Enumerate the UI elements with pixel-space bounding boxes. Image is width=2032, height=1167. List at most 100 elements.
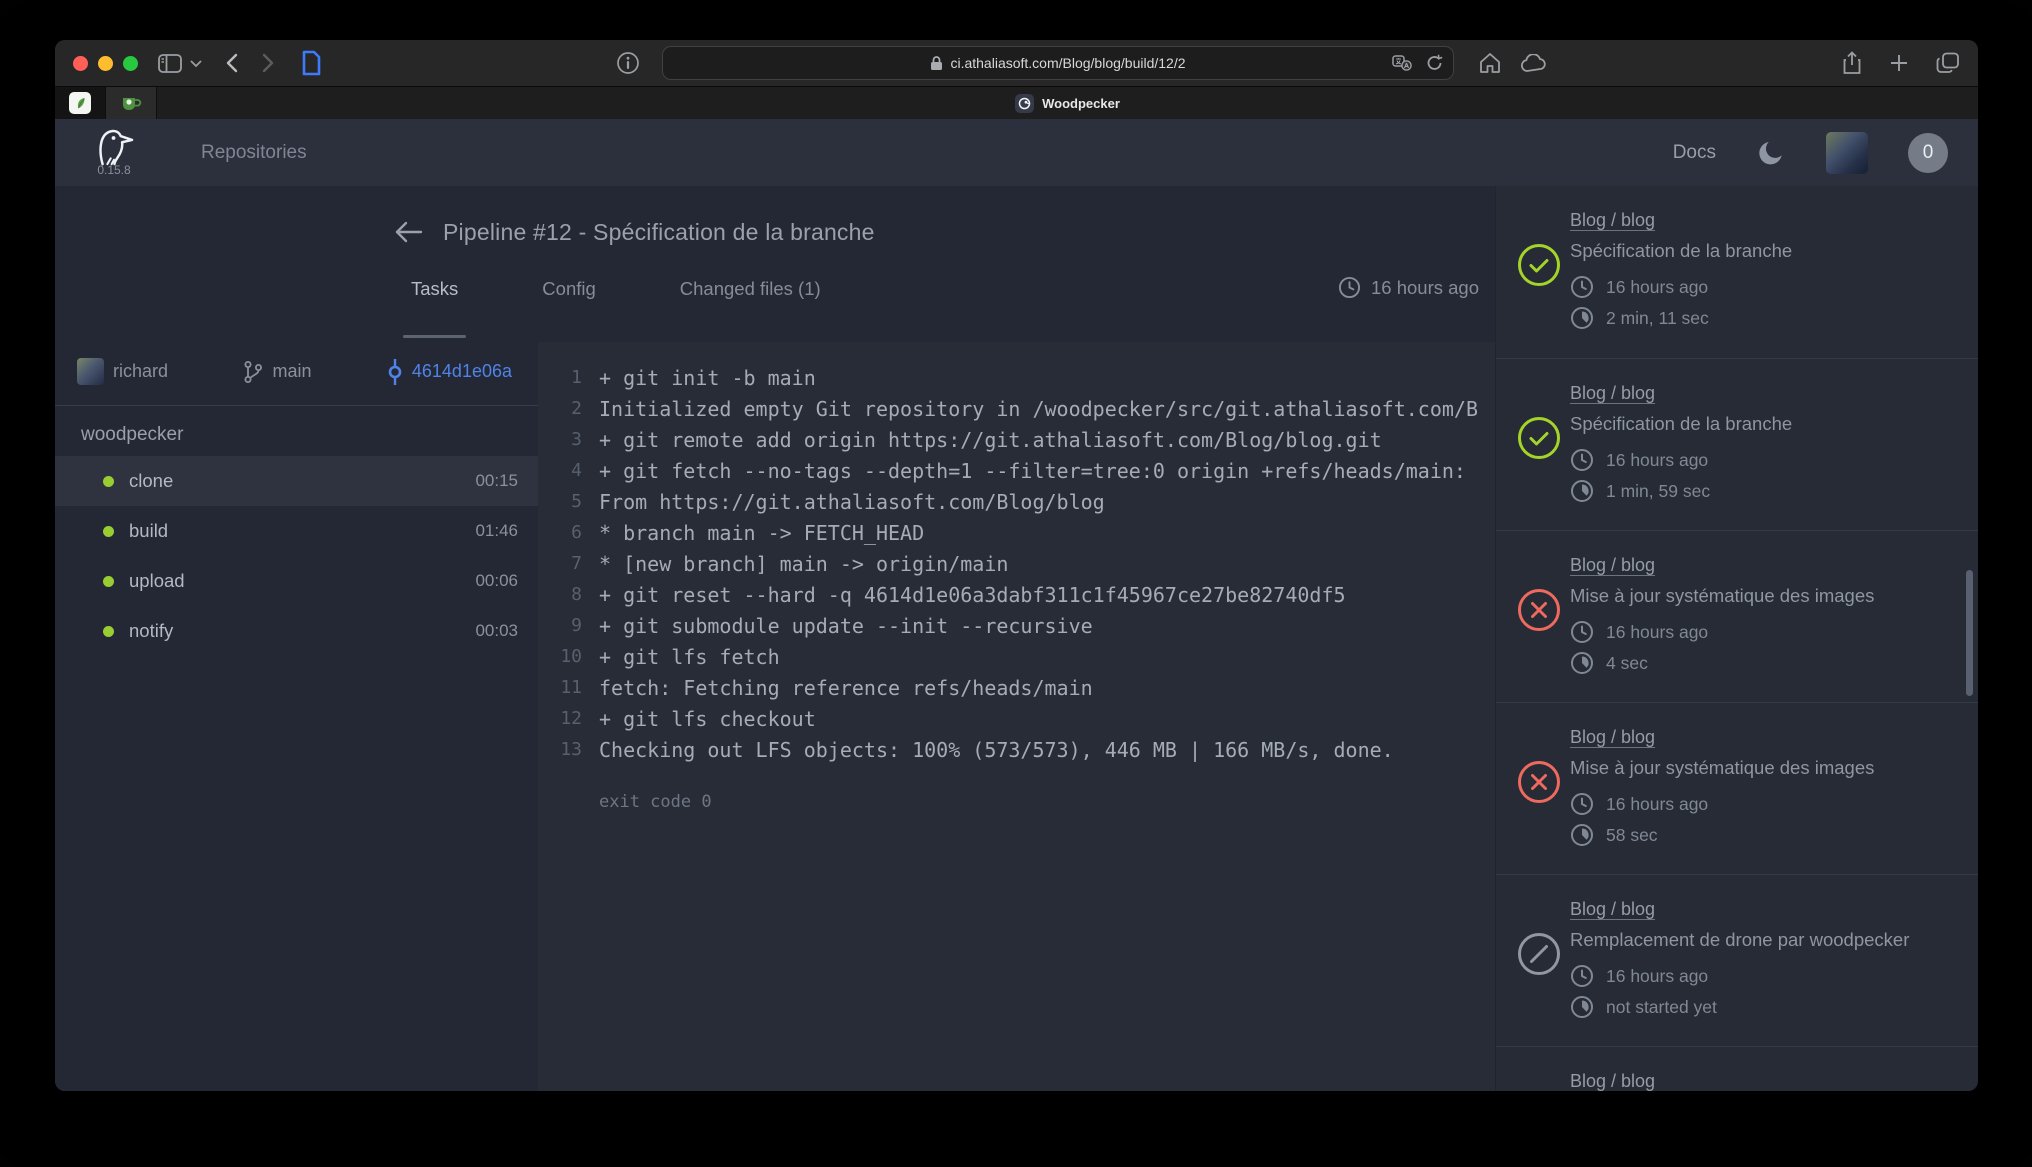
feed-repo-link[interactable]: Blog / blog	[1570, 383, 1655, 404]
log-line: 9+ git submodule update --init --recursi…	[538, 610, 1495, 641]
feed-duration: 4 sec	[1606, 653, 1648, 674]
step-upload[interactable]: upload 00:06	[55, 556, 538, 606]
feed-when: 16 hours ago	[1606, 966, 1708, 987]
feed-entry[interactable]: Blog / blog Remplacement de drone par wo…	[1496, 1046, 1978, 1091]
feed-entry[interactable]: Blog / blog Spécification de la branche …	[1496, 358, 1978, 530]
zoom-window-button[interactable]	[123, 56, 138, 71]
app-version: 0.15.8	[97, 163, 130, 177]
pipeline-main: Pipeline #12 - Spécification de la branc…	[55, 186, 1495, 1091]
page-extension-icon[interactable]	[300, 50, 322, 76]
step-time: 00:06	[475, 571, 518, 591]
duration-icon	[1570, 995, 1594, 1019]
step-clone[interactable]: clone 00:15	[55, 456, 538, 506]
notification-badge[interactable]: 0	[1908, 133, 1948, 173]
feed-entry[interactable]: Blog / blog Spécification de la branche …	[1496, 186, 1978, 358]
log-line: 8+ git reset --hard -q 4614d1e06a3dabf31…	[538, 579, 1495, 610]
pipeline-tabs: Tasks Config Changed files (1) 16 hours …	[55, 264, 1495, 342]
status-skipped-icon	[1516, 931, 1562, 977]
sidebar-toggle-icon[interactable]	[158, 54, 182, 73]
clock-icon	[1570, 620, 1594, 644]
docs-link[interactable]: Docs	[1673, 142, 1716, 164]
line-text: + git remote add origin https://git.atha…	[599, 428, 1382, 452]
log-line: 4+ git fetch --no-tags --depth=1 --filte…	[538, 455, 1495, 486]
line-text: * [new branch] main -> origin/main	[599, 552, 1008, 576]
feed-duration: 58 sec	[1606, 825, 1658, 846]
commit-icon	[387, 359, 403, 385]
pinned-tab-teacup[interactable]	[106, 87, 157, 119]
tab-tasks[interactable]: Tasks	[407, 264, 462, 342]
feed-message: Spécification de la branche	[1570, 240, 1964, 262]
feed-scrollbar[interactable]	[1966, 570, 1973, 696]
feed-entry[interactable]: Blog / blog Mise à jour systématique des…	[1496, 702, 1978, 874]
author-name: richard	[113, 361, 168, 382]
pipeline-titlebar: Pipeline #12 - Spécification de la branc…	[55, 186, 1495, 264]
step-status-dot	[103, 476, 114, 487]
build-meta-row: richard main 4614d1e06a	[55, 342, 538, 406]
feed-repo-link[interactable]: Blog / blog	[1570, 727, 1655, 748]
step-status-dot	[103, 576, 114, 587]
log-line: 7* [new branch] main -> origin/main	[538, 548, 1495, 579]
feed-repo-link[interactable]: Blog / blog	[1570, 899, 1655, 920]
status-success-icon	[1516, 415, 1562, 461]
step-name: clone	[129, 470, 173, 492]
nav-repositories[interactable]: Repositories	[201, 142, 307, 164]
share-icon[interactable]	[1842, 51, 1862, 75]
woodpecker-logo[interactable]: 0.15.8	[85, 128, 143, 177]
icloud-tabs-icon[interactable]	[1520, 54, 1548, 73]
back-arrow-icon[interactable]	[393, 220, 423, 244]
line-number: 1	[538, 367, 599, 388]
back-button[interactable]	[226, 53, 238, 73]
tab-config[interactable]: Config	[538, 264, 599, 342]
feed-repo-link[interactable]: Blog / blog	[1570, 1071, 1655, 1091]
feed-message: Mise à jour systématique des images	[1570, 757, 1964, 779]
tab-overview-icon[interactable]	[1936, 52, 1960, 74]
step-notify[interactable]: notify 00:03	[55, 606, 538, 656]
user-avatar[interactable]	[1826, 132, 1868, 174]
close-window-button[interactable]	[73, 56, 88, 71]
line-number: 7	[538, 553, 599, 574]
browser-toolbar: ci.athaliasoft.com/Blog/blog/build/12/2	[55, 40, 1978, 86]
step-build[interactable]: build 01:46	[55, 506, 538, 556]
active-tab[interactable]: Woodpecker	[157, 87, 1978, 119]
woodpecker-favicon	[1015, 94, 1034, 113]
address-bar[interactable]: ci.athaliasoft.com/Blog/blog/build/12/2	[662, 46, 1454, 80]
page-content: Pipeline #12 - Spécification de la branc…	[55, 186, 1978, 1091]
sidebar-chevron-icon[interactable]	[190, 59, 202, 67]
console-log[interactable]: 1+ git init -b main 2Initialized empty G…	[538, 342, 1495, 1091]
branch-name: main	[272, 361, 311, 382]
step-time: 00:03	[475, 621, 518, 641]
status-failure-icon	[1516, 587, 1562, 633]
minimize-window-button[interactable]	[98, 56, 113, 71]
app-header: 0.15.8 Repositories Docs 0	[55, 119, 1978, 186]
line-text: Checking out LFS objects: 100% (573/573)…	[599, 738, 1394, 762]
log-line: 13Checking out LFS objects: 100% (573/57…	[538, 734, 1495, 765]
line-number: 9	[538, 615, 599, 636]
feed-when: 16 hours ago	[1606, 622, 1708, 643]
home-icon[interactable]	[1478, 52, 1502, 74]
dark-mode-moon-icon[interactable]	[1756, 138, 1786, 168]
log-line: 6* branch main -> FETCH_HEAD	[538, 517, 1495, 548]
line-number: 8	[538, 584, 599, 605]
new-tab-icon[interactable]	[1890, 54, 1908, 72]
feed-entry[interactable]: Blog / blog Remplacement de drone par wo…	[1496, 874, 1978, 1046]
reload-icon[interactable]	[1426, 54, 1443, 72]
privacy-report-icon[interactable]	[616, 51, 640, 75]
feed-message: Mise à jour systématique des images	[1570, 585, 1964, 607]
translate-icon[interactable]	[1392, 55, 1412, 71]
step-status-dot	[103, 626, 114, 637]
pinned-tab-leaf[interactable]	[55, 87, 106, 119]
feed-repo-link[interactable]: Blog / blog	[1570, 555, 1655, 576]
feed-when: 16 hours ago	[1606, 794, 1708, 815]
line-number: 12	[538, 708, 599, 729]
log-line: 11fetch: Fetching reference refs/heads/m…	[538, 672, 1495, 703]
line-number: 3	[538, 429, 599, 450]
build-author: richard	[77, 358, 168, 385]
tab-changed-files[interactable]: Changed files (1)	[676, 264, 825, 342]
build-commit[interactable]: 4614d1e06a	[387, 359, 512, 385]
line-text: + git lfs checkout	[599, 707, 816, 731]
feed-repo-link[interactable]: Blog / blog	[1570, 210, 1655, 231]
commit-hash[interactable]: 4614d1e06a	[412, 361, 512, 382]
feed-entry[interactable]: Blog / blog Mise à jour systématique des…	[1496, 530, 1978, 702]
forward-button[interactable]	[262, 53, 274, 73]
status-success-icon	[1516, 242, 1562, 288]
